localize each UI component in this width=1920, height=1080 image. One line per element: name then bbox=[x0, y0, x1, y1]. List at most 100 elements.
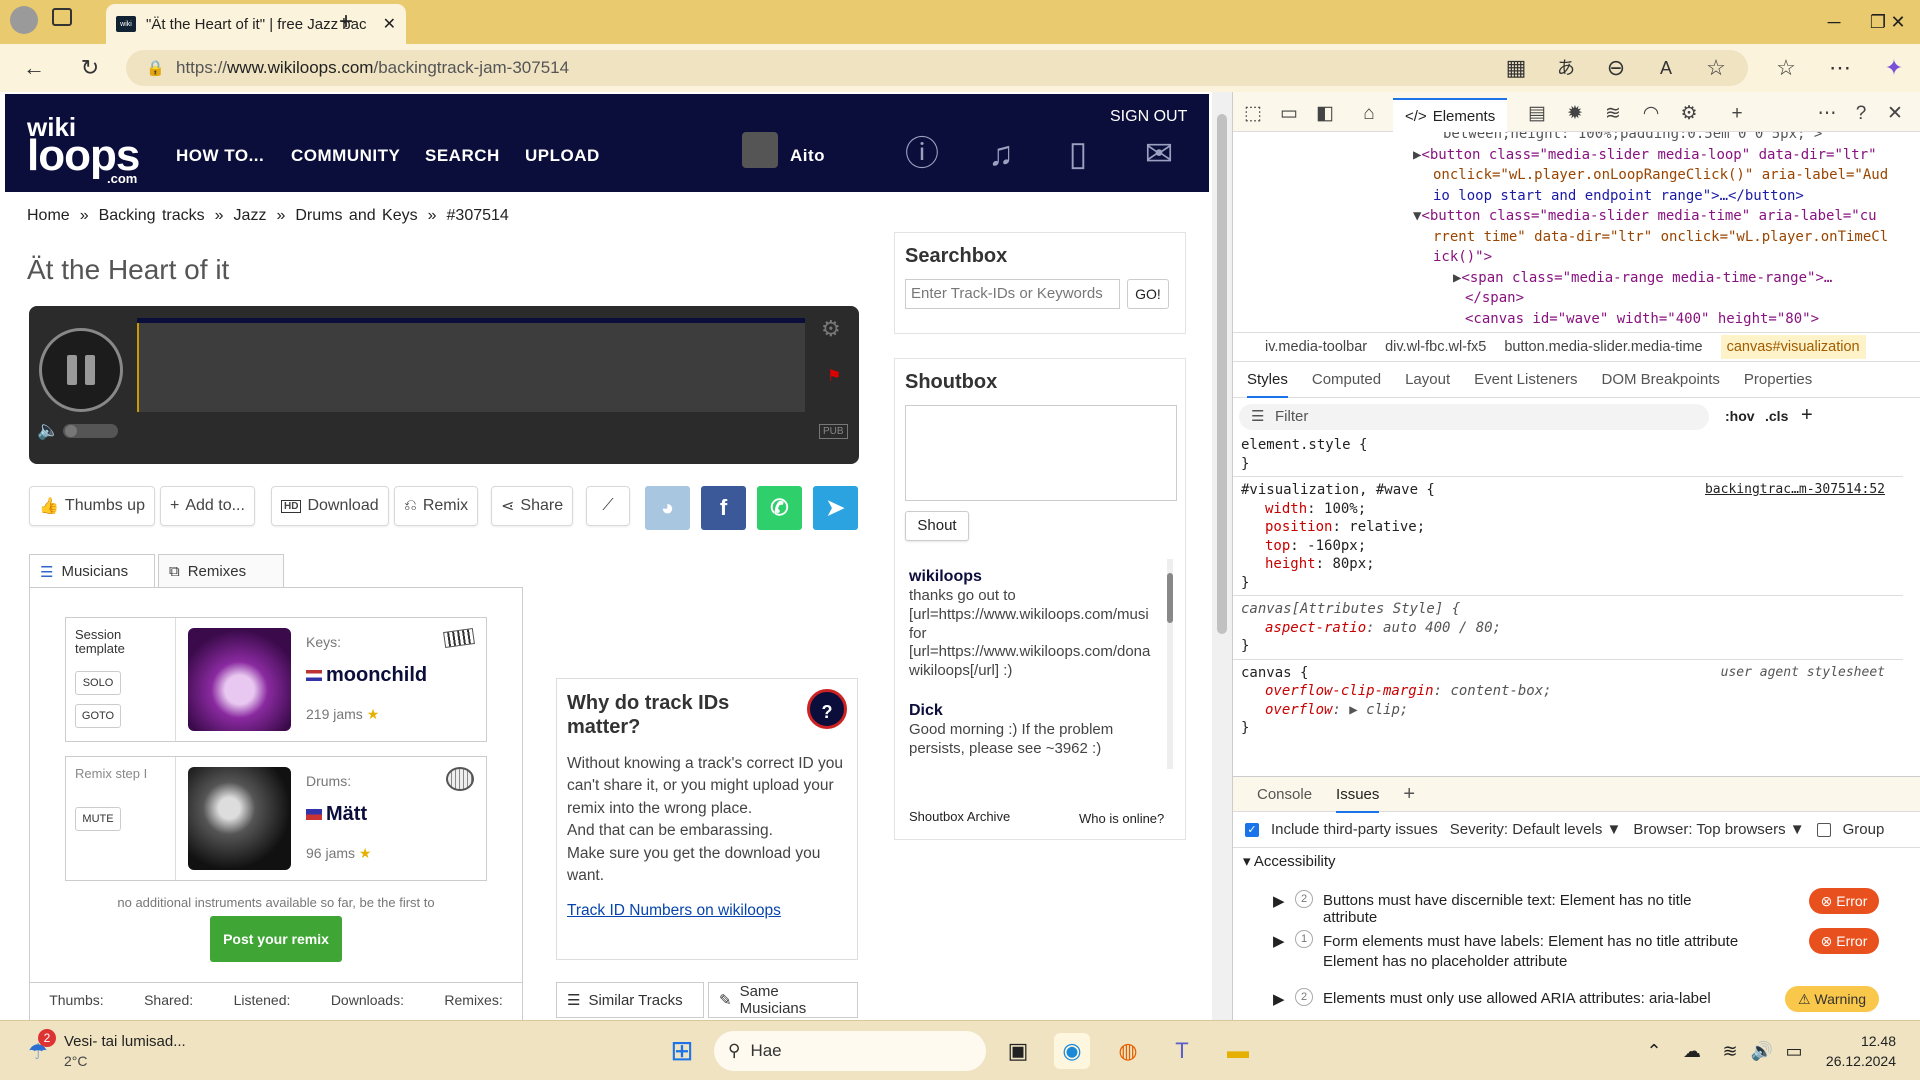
sign-out-link[interactable]: SIGN OUT bbox=[1110, 108, 1187, 126]
close-tab-icon[interactable]: ✕ bbox=[383, 14, 396, 34]
mute-button[interactable]: MUTE bbox=[75, 807, 121, 831]
settings-gear-icon[interactable]: ⚙ bbox=[1675, 100, 1703, 128]
nav-upload[interactable]: UPLOAD bbox=[525, 146, 600, 166]
same-musicians-button[interactable]: ✎ Same Musicians bbox=[708, 982, 858, 1018]
nav-howto[interactable]: HOW TO... bbox=[176, 146, 264, 166]
sidebar-icon[interactable]: ◧ bbox=[1311, 100, 1339, 128]
crumb-drums-keys[interactable]: Drums and Keys bbox=[295, 207, 417, 224]
issue-row[interactable]: ▶ 2 Elements must only use allowed ARIA … bbox=[1233, 984, 1903, 1014]
cls-toggle[interactable]: .cls bbox=[1765, 408, 1788, 424]
shout-user[interactable]: Dick bbox=[909, 702, 943, 719]
tab-dom-breakpoints[interactable]: DOM Breakpoints bbox=[1602, 371, 1720, 388]
flag-icon[interactable]: ⚑ bbox=[827, 366, 841, 386]
taskbar-search[interactable]: ⚲ Hae bbox=[714, 1031, 986, 1071]
facebook-icon[interactable]: f bbox=[701, 486, 746, 530]
track-id-link[interactable]: Track ID Numbers on wikiloops bbox=[567, 902, 847, 920]
weather-widget[interactable]: ☂ 2 Vesi- tai lumisad... 2°C bbox=[24, 1029, 204, 1073]
tab-elements[interactable]: </> Elements bbox=[1393, 98, 1508, 132]
tab-layout[interactable]: Layout bbox=[1405, 371, 1450, 388]
shoutbox-archive-link[interactable]: Shoutbox Archive bbox=[909, 809, 1010, 824]
favorite-icon[interactable]: ☆ bbox=[1700, 54, 1732, 82]
new-tab-button[interactable]: + bbox=[324, 8, 368, 36]
thumbs-up-button[interactable]: 👍 Thumbs up bbox=[29, 486, 155, 526]
volume-icon[interactable]: 🔈 bbox=[37, 420, 59, 441]
bookmark-icon[interactable]: ▯ bbox=[1058, 134, 1098, 174]
solo-button[interactable]: SOLO bbox=[75, 671, 121, 695]
dom-crumb-selected[interactable]: canvas#visualization bbox=[1720, 335, 1866, 359]
more-icon[interactable]: ⋯ bbox=[1813, 100, 1841, 128]
dom-crumb[interactable]: div.wl-fbc.wl-fx5 bbox=[1385, 339, 1486, 355]
severity-dropdown[interactable]: Severity: Default levels ▼ bbox=[1450, 821, 1622, 838]
musician-avatar[interactable] bbox=[188, 628, 291, 731]
profile-icon[interactable] bbox=[10, 6, 38, 34]
tray-chevron-icon[interactable]: ⌃ bbox=[1636, 1033, 1672, 1069]
home-icon[interactable]: ⌂ bbox=[1355, 100, 1383, 128]
clock[interactable]: 12.48 26.12.2024 bbox=[1820, 1031, 1896, 1071]
device-icon[interactable]: ▭ bbox=[1275, 100, 1303, 128]
similar-tracks-button[interactable]: ☰ Similar Tracks bbox=[556, 982, 704, 1018]
close-devtools-icon[interactable]: ✕ bbox=[1881, 100, 1909, 128]
reddit-icon[interactable]: ◕ bbox=[645, 486, 690, 530]
new-rule-icon[interactable]: + bbox=[1801, 404, 1813, 427]
tab-remixes[interactable]: ⧉ Remixes bbox=[158, 554, 284, 588]
volume-slider[interactable] bbox=[63, 424, 118, 438]
tab-event-listeners[interactable]: Event Listeners bbox=[1474, 371, 1577, 388]
add-tool-icon[interactable]: + bbox=[1723, 100, 1751, 128]
copilot-icon[interactable]: ✦ bbox=[1878, 54, 1910, 82]
music-icon[interactable]: ♫ bbox=[981, 134, 1021, 174]
network-icon[interactable]: ≋ bbox=[1599, 100, 1627, 128]
dom-crumb[interactable]: iv.media-toolbar bbox=[1265, 339, 1367, 355]
hov-toggle[interactable]: :hov bbox=[1725, 408, 1755, 424]
issue-row[interactable]: ▶ 1 Form elements must have labels: Elem… bbox=[1233, 928, 1903, 980]
remix-button[interactable]: ⎌ Remix bbox=[394, 486, 479, 526]
dom-line[interactable]: ▶<span class="media-range media-time-ran… bbox=[1233, 268, 1903, 289]
favorites-list-icon[interactable]: ☆ bbox=[1770, 54, 1802, 82]
browser-dropdown[interactable]: Browser: Top browsers ▼ bbox=[1633, 821, 1804, 838]
tab-issues[interactable]: Issues bbox=[1336, 786, 1380, 813]
crumb-jazz[interactable]: Jazz bbox=[234, 207, 267, 224]
zoom-icon[interactable]: ⊖ bbox=[1600, 54, 1632, 82]
read-aloud-icon[interactable]: A bbox=[1650, 54, 1682, 82]
dom-line[interactable]: ▶<button class="media-slider media-loop"… bbox=[1233, 145, 1903, 166]
inspect-icon[interactable]: ⬚ bbox=[1239, 100, 1267, 128]
crumb-backing[interactable]: Backing tracks bbox=[99, 207, 205, 224]
apps-icon[interactable]: ▦ bbox=[1500, 54, 1532, 82]
search-input[interactable]: Enter Track-IDs or Keywords bbox=[905, 279, 1120, 309]
third-party-checkbox[interactable]: ✓ bbox=[1245, 822, 1259, 837]
musician-name[interactable]: moonchild bbox=[306, 664, 427, 687]
info-icon[interactable]: ⓘ bbox=[902, 134, 942, 174]
tab-musicians[interactable]: ☰ Musicians bbox=[29, 554, 155, 588]
volume-icon[interactable]: 🔊 bbox=[1744, 1033, 1780, 1069]
goto-button[interactable]: GOTO bbox=[75, 704, 121, 728]
user-name[interactable]: Aito bbox=[790, 146, 825, 166]
shout-button[interactable]: Shout bbox=[905, 511, 969, 541]
wifi-icon[interactable]: ≋ bbox=[1712, 1033, 1748, 1069]
translate-icon[interactable]: あ bbox=[1550, 54, 1582, 82]
telegram-icon[interactable]: ➤ bbox=[813, 486, 858, 530]
dom-crumb[interactable]: button.media-slider.media-time bbox=[1504, 339, 1702, 355]
accessibility-section[interactable]: ▾ Accessibility bbox=[1243, 852, 1336, 870]
dom-line[interactable]: <canvas id="wave" width="400" height="80… bbox=[1233, 309, 1903, 330]
close-window-button[interactable]: ✕ bbox=[1876, 8, 1920, 36]
shout-user[interactable]: wikiloops bbox=[909, 568, 982, 585]
whatsapp-icon[interactable]: ✆ bbox=[757, 486, 802, 530]
post-remix-button[interactable]: Post your remix bbox=[210, 916, 342, 962]
issue-row[interactable]: ▶ 2 Buttons must have discernible text: … bbox=[1233, 888, 1903, 928]
battery-icon[interactable]: ▭ bbox=[1776, 1033, 1812, 1069]
help-icon[interactable]: ? bbox=[1847, 100, 1875, 128]
vpn-icon[interactable]: ☁ bbox=[1674, 1033, 1710, 1069]
pause-button[interactable] bbox=[39, 328, 123, 412]
rule-source-link[interactable]: backingtrac…m-307514:52 bbox=[1705, 481, 1885, 500]
more-menu-icon[interactable]: ⋯ bbox=[1824, 54, 1856, 82]
tab-actions-icon[interactable] bbox=[52, 8, 72, 26]
bug-icon[interactable]: ✹ bbox=[1561, 100, 1589, 128]
teams-icon[interactable]: T bbox=[1164, 1033, 1200, 1069]
tab-styles[interactable]: Styles bbox=[1247, 371, 1288, 398]
add-to-button[interactable]: + Add to... bbox=[160, 486, 255, 526]
group-checkbox[interactable] bbox=[1816, 822, 1831, 837]
refresh-icon[interactable]: ↻ bbox=[74, 54, 106, 82]
user-avatar[interactable] bbox=[742, 132, 778, 168]
start-icon[interactable]: ⊞ bbox=[664, 1033, 700, 1069]
tab-properties[interactable]: Properties bbox=[1744, 371, 1812, 388]
dom-tree[interactable]: between;height: 100%;padding:0.5em 0 0 5… bbox=[1233, 132, 1903, 332]
